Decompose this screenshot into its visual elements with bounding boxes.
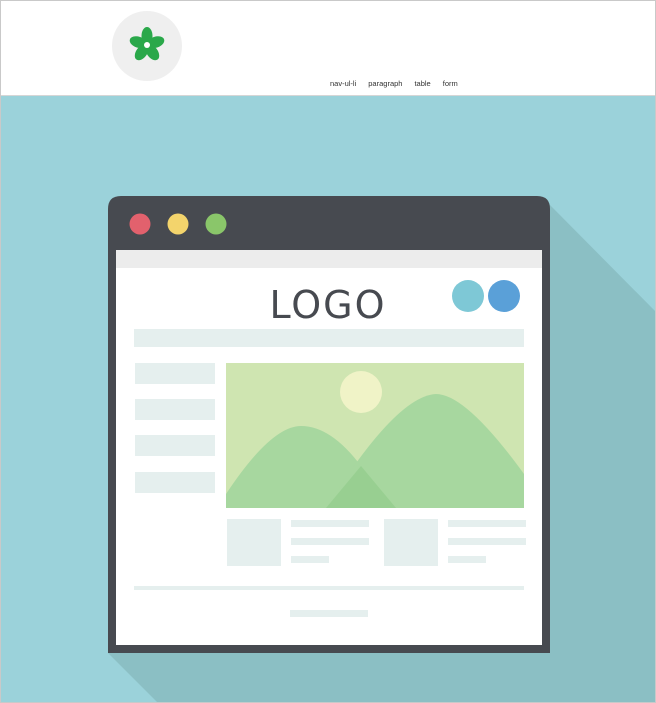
placeholder-text-line [291,556,329,563]
placeholder-sidebar-item [135,363,215,384]
image-placeholder-icon [226,363,524,508]
social-circle-icon [488,280,520,312]
nav-item-nav-ul-li[interactable]: nav-ul-li [330,79,356,88]
close-dot-icon [129,213,151,235]
site-header: nav-ul-li paragraph table form [1,1,655,96]
hero-illustration: LOGO [1,96,655,702]
placeholder-text-line [291,538,369,545]
placeholder-text-line [448,520,526,527]
placeholder-text-line [291,520,369,527]
illustration-logo-text: LOGO [269,283,386,327]
placeholder-sidebar-item [135,472,215,493]
placeholder-sidebar-item [135,435,215,456]
placeholder-sidebar-item [135,399,215,420]
placeholder-card-image [227,519,281,566]
minimize-dot-icon [167,213,189,235]
maximize-dot-icon [205,213,227,235]
nav-item-form[interactable]: form [443,79,458,88]
browser-toolbar [116,250,542,268]
placeholder-text-line [448,538,526,545]
nav-item-table[interactable]: table [414,79,430,88]
browser-illustration: LOGO [108,196,655,702]
placeholder-footer-divider [134,586,524,590]
nav-item-paragraph[interactable]: paragraph [368,79,402,88]
placeholder-footer-text [290,610,368,617]
page-frame: nav-ul-li paragraph table form LOGO [0,0,656,703]
social-circle-icon [452,280,484,312]
placeholder-nav-bar [134,329,524,347]
placeholder-text-line [448,556,486,563]
site-logo[interactable] [112,11,182,81]
clover-logo-icon [129,27,165,61]
placeholder-card-image [384,519,438,566]
main-nav: nav-ul-li paragraph table form [330,79,458,88]
